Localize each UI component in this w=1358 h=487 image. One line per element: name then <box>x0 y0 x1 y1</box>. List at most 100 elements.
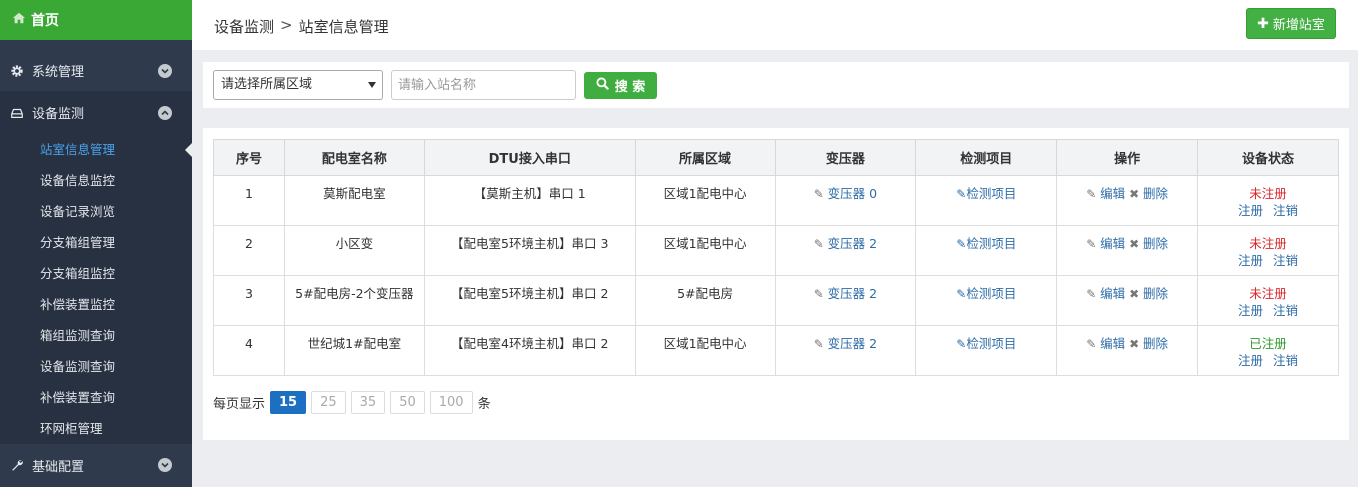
unregister-link[interactable]: 注销 <box>1273 203 1298 218</box>
edit-label: 编辑 <box>1100 236 1126 251</box>
sidebar-group-basic-config[interactable]: 基础配置 <box>0 444 192 486</box>
cell-transformer: ✎ 变压器 2 <box>774 325 917 376</box>
cell-no: 3 <box>213 275 285 326</box>
register-link[interactable]: 注册 <box>1238 253 1263 268</box>
delete-button[interactable]: ✖ 删除 <box>1129 286 1168 301</box>
cell-name: 世纪城1#配电室 <box>283 325 425 376</box>
register-link[interactable]: 注册 <box>1238 353 1263 368</box>
transformer-link[interactable]: ✎ 变压器 0 <box>814 186 877 201</box>
register-link[interactable]: 注册 <box>1238 303 1263 318</box>
sidebar-home-label: 首页 <box>31 13 59 29</box>
sidebar-group-system[interactable]: 系统管理 <box>0 50 192 92</box>
caret-down-icon <box>368 82 376 88</box>
col-header-transformer: 变压器 <box>774 139 917 176</box>
unregister-link[interactable]: 注销 <box>1273 303 1298 318</box>
status-badge: 未注册 <box>1249 186 1287 201</box>
sidebar-home[interactable]: 首页 <box>0 0 192 40</box>
check-items-link[interactable]: ✎检测项目 <box>956 336 1016 351</box>
col-header-dtu-port: DTU接入串口 <box>423 139 636 176</box>
page-size-option[interactable]: 100 <box>429 391 473 414</box>
edit-icon: ✎ <box>813 337 828 351</box>
page-size-option[interactable]: 15 <box>270 391 307 414</box>
page-size-option[interactable]: 50 <box>390 391 425 414</box>
delete-label: 删除 <box>1143 286 1169 301</box>
transformer-link[interactable]: ✎ 变压器 2 <box>814 336 877 351</box>
transformer-link-label: 变压器 2 <box>827 286 878 301</box>
edit-label: 编辑 <box>1100 336 1126 351</box>
edit-button[interactable]: ✎ 编辑 <box>1086 336 1125 351</box>
col-header-no: 序号 <box>213 139 285 176</box>
cell-no: 4 <box>213 325 285 376</box>
sidebar-item-station-info[interactable]: 站室信息管理 <box>0 134 192 165</box>
page-size-option[interactable]: 25 <box>311 391 346 414</box>
breadcrumb-current: 站室信息管理 <box>298 18 389 36</box>
edit-button[interactable]: ✎ 编辑 <box>1086 236 1125 251</box>
cell-actions: ✎ 编辑 ✖ 删除 <box>1056 175 1199 226</box>
edit-icon: ✎ <box>813 187 828 201</box>
cell-transformer: ✎ 变压器 2 <box>774 275 917 326</box>
search-button-label: 搜 索 <box>614 80 646 95</box>
breadcrumb: 设备监测 > 站室信息管理 <box>214 16 389 37</box>
edit-icon: ✎ <box>956 287 967 301</box>
col-header-name: 配电室名称 <box>283 139 425 176</box>
check-items-link[interactable]: ✎检测项目 <box>956 186 1016 201</box>
check-items-label: 检测项目 <box>966 236 1017 251</box>
transformer-link-label: 变压器 0 <box>827 186 878 201</box>
breadcrumb-parent[interactable]: 设备监测 <box>214 16 274 37</box>
check-items-link[interactable]: ✎检测项目 <box>956 286 1016 301</box>
chevron-up-icon <box>158 106 172 120</box>
edit-button[interactable]: ✎ 编辑 <box>1086 186 1125 201</box>
sidebar-item-device-monitor-query[interactable]: 设备监测查询 <box>0 351 192 382</box>
edit-icon: ✎ <box>813 237 828 251</box>
register-link[interactable]: 注册 <box>1238 203 1263 218</box>
cell-check-items: ✎检测项目 <box>915 225 1058 276</box>
plus-icon: ✚ <box>1257 15 1269 32</box>
unregister-link[interactable]: 注销 <box>1273 353 1298 368</box>
station-name-input[interactable] <box>391 70 576 100</box>
cell-actions: ✎ 编辑 ✖ 删除 <box>1056 225 1199 276</box>
check-items-label: 检测项目 <box>966 336 1017 351</box>
delete-button[interactable]: ✖ 删除 <box>1129 336 1168 351</box>
sidebar-group-label: 系统管理 <box>32 65 85 80</box>
region-select-value: 请选择所属区域 <box>221 77 313 92</box>
station-table: 序号 配电室名称 DTU接入串口 所属区域 变压器 检测项目 操作 设备状态 1… <box>213 139 1339 376</box>
transformer-link[interactable]: ✎ 变压器 2 <box>814 286 877 301</box>
edit-button[interactable]: ✎ 编辑 <box>1086 286 1125 301</box>
check-items-link[interactable]: ✎检测项目 <box>956 236 1016 251</box>
page-size-option[interactable]: 35 <box>350 391 386 414</box>
sidebar-item-device-info-monitor[interactable]: 设备信息监控 <box>0 165 192 196</box>
sidebar-item-branch-box-monitor[interactable]: 分支箱组监控 <box>0 258 192 289</box>
cell-no: 1 <box>213 175 285 226</box>
sidebar-group-device-monitor[interactable]: 设备监测 <box>0 92 192 134</box>
col-header-region: 所属区域 <box>634 139 776 176</box>
edit-icon: ✎ <box>1086 187 1101 201</box>
check-items-label: 检测项目 <box>966 286 1017 301</box>
breadcrumb-separator: > <box>280 16 293 34</box>
cell-dtu-port: 【配电室5环境主机】串口 2 <box>423 275 636 326</box>
cell-transformer: ✎ 变压器 2 <box>774 225 917 276</box>
sidebar-item-compensation-monitor[interactable]: 补偿装置监控 <box>0 289 192 320</box>
sidebar-item-compensation-query[interactable]: 补偿装置查询 <box>0 382 192 413</box>
unregister-link[interactable]: 注销 <box>1273 253 1298 268</box>
edit-icon: ✎ <box>1086 287 1101 301</box>
sidebar: 首页 系统管理 设备监测 站室信息管理 设备信息监控 设备记录浏览 分支箱组管理… <box>0 0 192 487</box>
delete-button[interactable]: ✖ 删除 <box>1129 236 1168 251</box>
delete-button[interactable]: ✖ 删除 <box>1129 186 1168 201</box>
sidebar-item-ring-cabinet-manage[interactable]: 环网柜管理 <box>0 413 192 444</box>
edit-icon: ✎ <box>956 237 967 251</box>
sidebar-item-branch-box-manage[interactable]: 分支箱组管理 <box>0 227 192 258</box>
delete-label: 删除 <box>1143 336 1169 351</box>
cell-dtu-port: 【莫斯主机】串口 1 <box>423 175 636 226</box>
table-row: 1 莫斯配电室 【莫斯主机】串口 1 区域1配电中心 ✎ 变压器 0 ✎检测项目 ✎ 编辑 … <box>213 175 1339 226</box>
sidebar-item-device-record-browse[interactable]: 设备记录浏览 <box>0 196 192 227</box>
sidebar-item-box-monitor-query[interactable]: 箱组监测查询 <box>0 320 192 351</box>
sidebar-submenu: 站室信息管理 设备信息监控 设备记录浏览 分支箱组管理 分支箱组监控 补偿装置监… <box>0 134 192 444</box>
region-select[interactable]: 请选择所属区域 <box>213 70 383 100</box>
add-station-button[interactable]: ✚ 新增站室 <box>1246 8 1336 39</box>
status-badge: 未注册 <box>1249 236 1287 251</box>
search-button[interactable]: 搜 索 <box>584 72 657 99</box>
transformer-link[interactable]: ✎ 变压器 2 <box>814 236 877 251</box>
cell-actions: ✎ 编辑 ✖ 删除 <box>1056 325 1199 376</box>
table-row: 2 小区变 【配电室5环境主机】串口 3 区域1配电中心 ✎ 变压器 2 ✎检测项目 ✎ 编… <box>213 225 1339 276</box>
close-icon: ✖ <box>1129 237 1144 251</box>
